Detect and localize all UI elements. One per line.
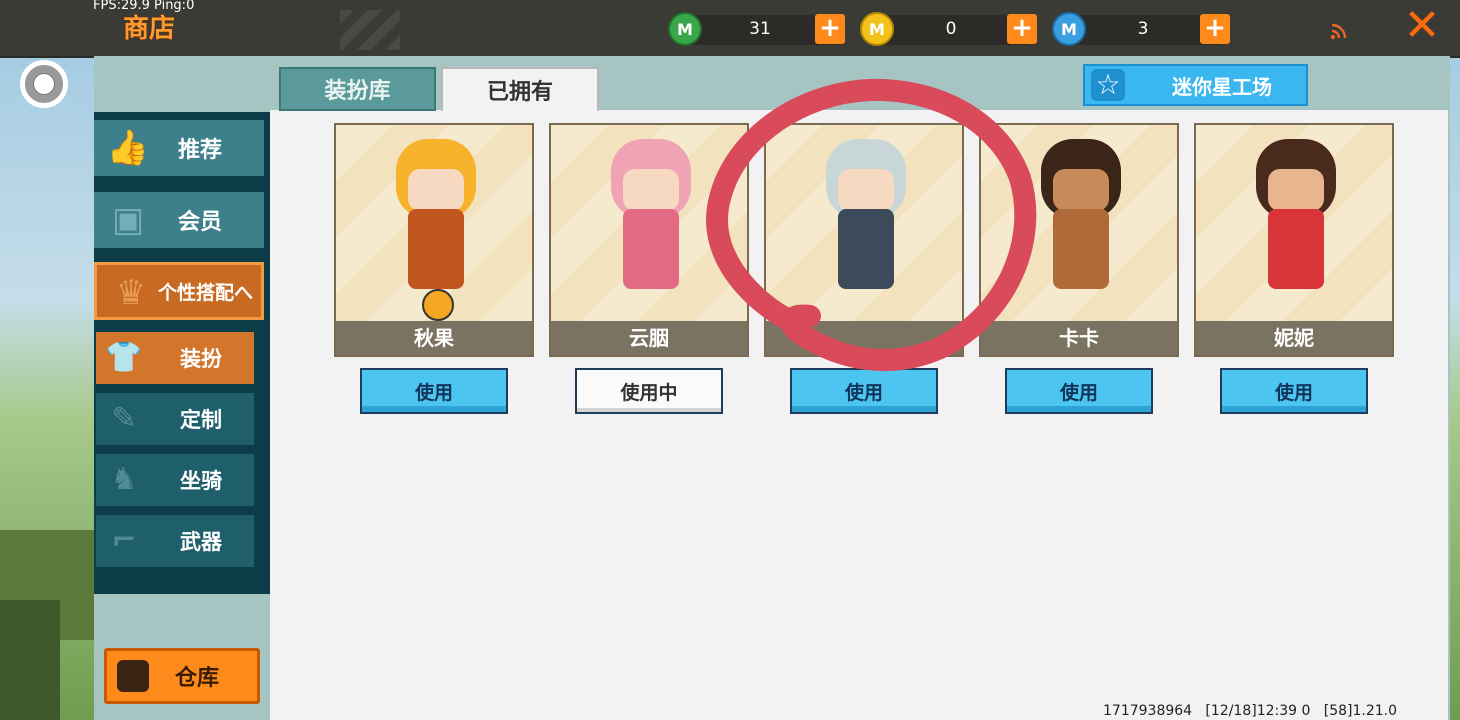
sidebar-item-weapon[interactable]: ⌐ 武器 xyxy=(96,515,254,567)
vip-icon: ▣ xyxy=(111,200,145,240)
signal-icon xyxy=(1330,23,1347,40)
sidebar-item-label: 坐骑 xyxy=(180,469,222,493)
background-block xyxy=(0,600,60,720)
close-icon[interactable]: ✕ xyxy=(1402,4,1442,48)
tab-owned[interactable]: 已拥有 xyxy=(441,67,599,111)
character-portrait xyxy=(601,139,701,309)
mini-workshop-button[interactable]: ☆ 迷你星工场 xyxy=(1083,64,1308,106)
character-portrait xyxy=(386,139,486,321)
trophy-icon: ♛ xyxy=(115,273,147,313)
use-button[interactable]: 使用 xyxy=(360,368,508,414)
mini-bean-count: 31 xyxy=(749,19,771,39)
pencil-icon: ✎ xyxy=(111,401,137,436)
sidebar-item-outfit[interactable]: 👕 装扮 xyxy=(96,332,254,384)
shirt-icon: 👕 xyxy=(105,340,143,375)
sidebar-item-label: 装扮 xyxy=(180,347,222,371)
sidebar-item-recommend[interactable]: 👍 推荐 xyxy=(94,120,264,176)
sidebar-item-personal-style[interactable]: ♛ 个性搭配へ xyxy=(94,262,264,320)
card-name: 秋果 xyxy=(336,321,532,355)
version-info: 1717938964 [12/18]12:39 0 [58]1.21.0 xyxy=(1103,703,1398,719)
mount-icon: ♞ xyxy=(110,462,138,497)
warehouse-button[interactable]: 仓库 xyxy=(104,648,260,704)
add-mini-point-button[interactable]: + xyxy=(1200,14,1230,44)
star-icon: ☆ xyxy=(1091,69,1125,101)
sidebar-item-label: 会员 xyxy=(177,210,222,235)
sidebar-item-label: 个性搭配へ xyxy=(157,281,253,304)
floating-menu-button[interactable] xyxy=(20,60,68,108)
annotation-circle xyxy=(706,78,1037,372)
page-title: 商店 xyxy=(123,14,176,44)
top-bar-decoration xyxy=(340,10,400,50)
sidebar-item-label: 武器 xyxy=(180,530,222,554)
character-portrait xyxy=(1031,139,1131,309)
sidebar-item-mount[interactable]: ♞ 坐骑 xyxy=(96,454,254,506)
character-portrait xyxy=(1246,139,1346,309)
add-mini-coin-button[interactable]: + xyxy=(1007,14,1037,44)
sidebar-item-label: 推荐 xyxy=(177,138,222,163)
mini-coin-icon: M xyxy=(860,12,894,46)
outfit-card[interactable]: 妮妮 xyxy=(1194,123,1394,357)
outfit-card[interactable]: 秋果 xyxy=(334,123,534,357)
mini-point-icon: M xyxy=(1052,12,1086,46)
mini-coin-count: 0 xyxy=(945,19,957,39)
gun-icon: ⌐ xyxy=(111,523,137,558)
tab-outfit-library[interactable]: 装扮库 xyxy=(279,67,436,111)
chest-icon xyxy=(117,660,149,692)
sidebar-item-vip[interactable]: ▣ 会员 xyxy=(94,192,264,248)
mini-bean-icon: M xyxy=(668,12,702,46)
mini-workshop-label: 迷你星工场 xyxy=(1172,74,1272,99)
sidebar-item-custom[interactable]: ✎ 定制 xyxy=(96,393,254,445)
warehouse-label: 仓库 xyxy=(174,666,219,691)
thumbs-up-icon: 👍 xyxy=(106,128,150,168)
mini-point-count: 3 xyxy=(1137,19,1149,39)
add-mini-bean-button[interactable]: + xyxy=(815,14,845,44)
sidebar-item-label: 定制 xyxy=(180,408,222,432)
card-name: 妮妮 xyxy=(1196,321,1392,355)
use-button[interactable]: 使用 xyxy=(1220,368,1368,414)
